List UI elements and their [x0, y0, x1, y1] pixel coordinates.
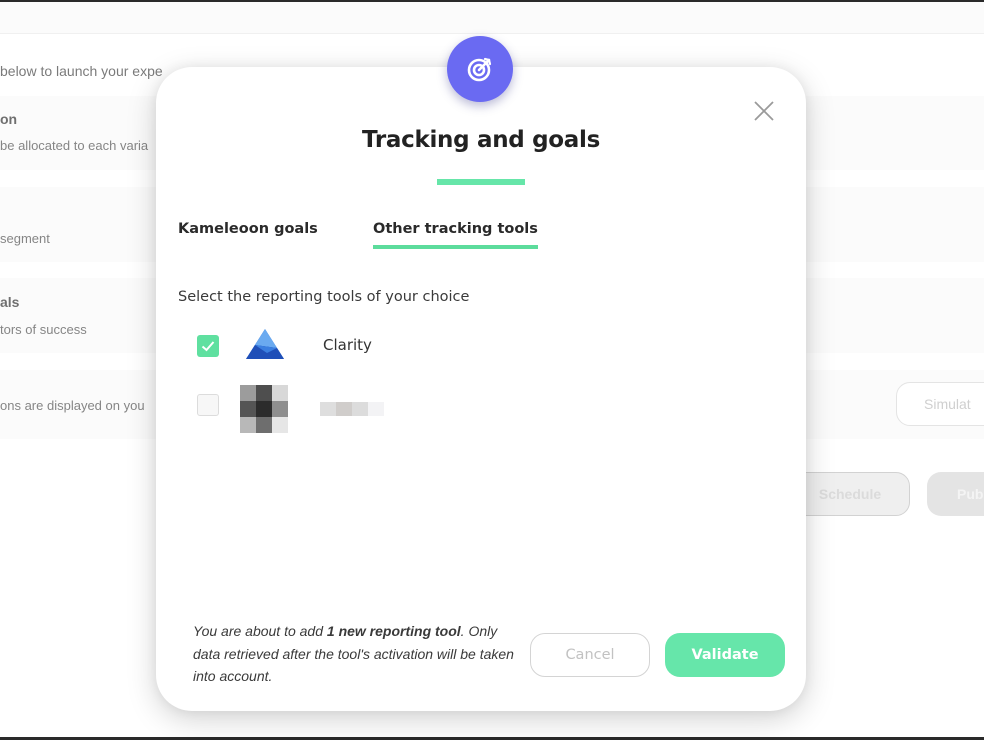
tool-name: Clarity	[323, 336, 372, 354]
validate-button[interactable]: Validate	[665, 633, 785, 677]
clarity-checkbox[interactable]	[197, 335, 219, 357]
tracking-goals-modal: Tracking and goals Kameleoon goals Other…	[156, 67, 806, 711]
tool-item-clarity[interactable]: Clarity	[196, 326, 596, 366]
redacted-tool-checkbox[interactable]	[197, 394, 219, 416]
footer-note: You are about to add 1 new reporting too…	[193, 620, 523, 688]
cancel-button[interactable]: Cancel	[530, 633, 650, 677]
modal-title: Tracking and goals	[361, 127, 600, 153]
tab-kameleoon-goals[interactable]: Kameleoon goals	[178, 221, 318, 245]
footer-note-bold: 1 new reporting tool	[326, 623, 461, 639]
blurred-logo-icon	[240, 385, 288, 433]
check-icon	[201, 341, 215, 352]
select-tools-label: Select the reporting tools of your choic…	[178, 289, 470, 305]
clarity-logo-icon	[241, 326, 289, 374]
close-icon[interactable]	[752, 99, 776, 123]
footer-note-prefix: You are about to add	[193, 623, 327, 639]
tool-item-redacted[interactable]	[196, 385, 596, 433]
target-icon	[447, 36, 513, 102]
title-underline	[437, 179, 525, 185]
tab-other-tracking-tools[interactable]: Other tracking tools	[373, 221, 538, 249]
redacted-tool-name	[320, 402, 384, 416]
